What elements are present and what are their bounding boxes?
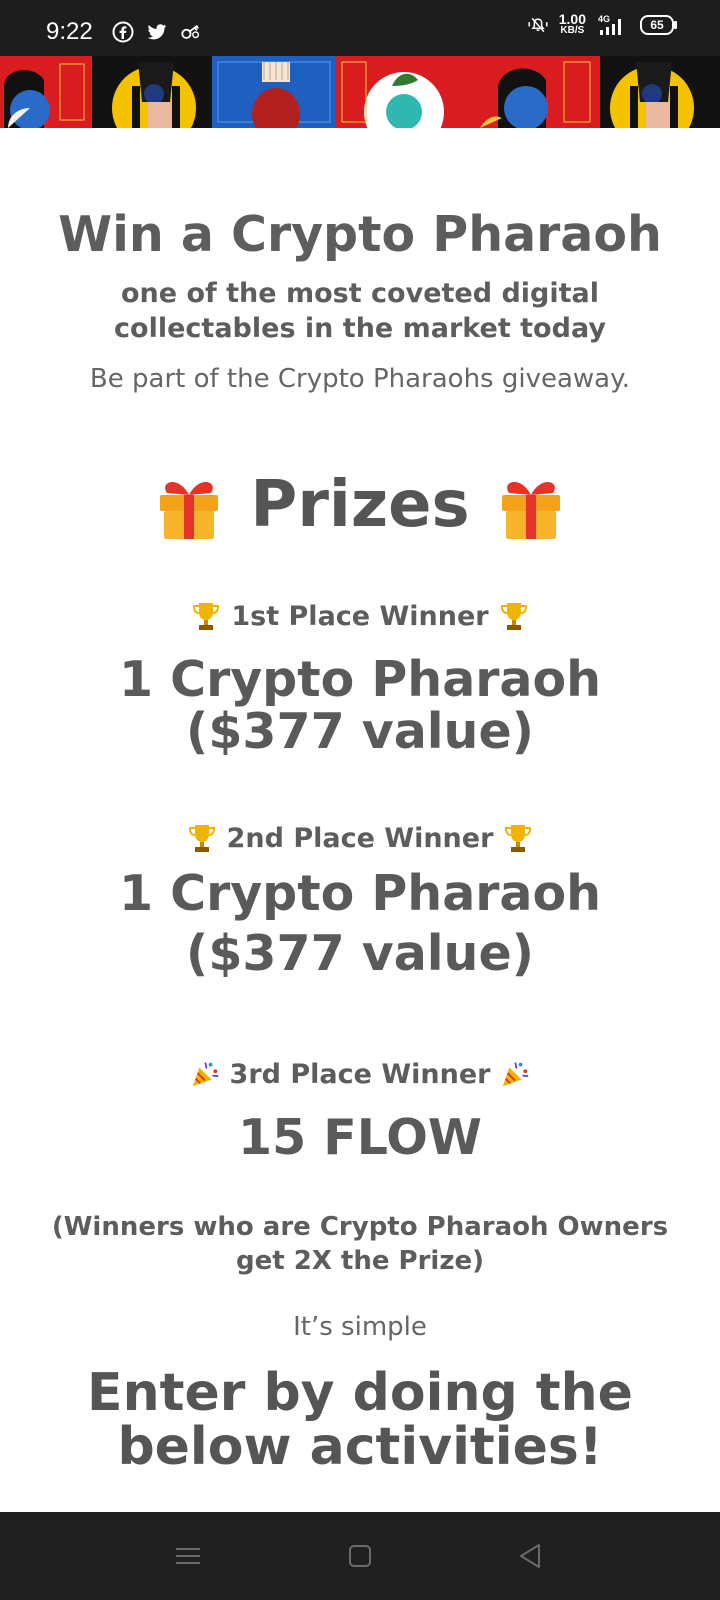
net-speed-value: 1.00	[558, 11, 586, 27]
banner-tile-5	[468, 56, 600, 128]
navigation-bar	[0, 1512, 720, 1600]
mute-icon	[527, 14, 549, 36]
first-place-label-text: 1st Place Winner	[231, 600, 489, 632]
battery-icon: 65	[640, 15, 677, 35]
gift-icon	[160, 481, 219, 539]
prizes-heading: Prizes	[0, 468, 720, 542]
trophy-icon	[193, 603, 220, 630]
first-place-label: 1st Place Winner	[0, 600, 720, 632]
system-icons: 1.00 KB/S 4G 65	[527, 11, 677, 36]
pharaoh-banner	[0, 56, 720, 128]
prizes-heading-text: Prizes	[250, 468, 470, 542]
banner-tile-6	[600, 56, 720, 128]
home-icon[interactable]	[342, 1538, 378, 1574]
second-place-label-text: 2nd Place Winner	[226, 822, 494, 854]
banner-tile-3	[212, 56, 336, 128]
giveaway-lead: Be part of the Crypto Pharaohs giveaway.	[89, 364, 631, 394]
owners-bonus-note: (Winners who are Crypto Pharaoh Owners g…	[51, 1212, 669, 1276]
net-speed: 1.00 KB/S	[558, 11, 586, 36]
banner-tile-1	[0, 56, 92, 128]
party-popper-icon	[503, 1062, 529, 1087]
trophy-icon	[505, 825, 532, 852]
gift-icon	[501, 481, 560, 539]
notification-icons	[112, 21, 202, 43]
facebook-icon	[112, 21, 134, 43]
enter-heading: Enter by doing the below activities!	[87, 1363, 633, 1477]
third-place-label: 3rd Place Winner	[0, 1058, 720, 1090]
net-speed-unit: KB/S	[560, 25, 585, 36]
second-place-label: 2nd Place Winner	[0, 822, 720, 854]
first-place-prize: 1 Crypto Pharaoh ($377 value)	[118, 651, 602, 760]
page-title: Win a Crypto Pharaoh	[58, 206, 662, 263]
signal-icon: 4G	[596, 14, 630, 36]
network-type: 4G	[598, 14, 610, 24]
status-time: 9:22	[46, 18, 93, 45]
trophy-icon	[500, 603, 527, 630]
status-bar: 9:22 1.00 KB/S 4G 65	[0, 0, 720, 56]
party-popper-icon	[192, 1062, 219, 1087]
battery-level: 65	[650, 18, 664, 32]
third-place-prize: 15 FLOW	[238, 1109, 482, 1166]
third-place-label-text: 3rd Place Winner	[229, 1058, 491, 1090]
banner-tile-2	[92, 56, 212, 128]
banner-tile-4	[336, 56, 468, 128]
trophy-icon	[188, 825, 215, 852]
twitter-icon	[146, 21, 168, 43]
second-place-prize: 1 Crypto Pharaoh ($377 value)	[118, 865, 602, 982]
menu-icon[interactable]	[170, 1538, 206, 1574]
key-icon	[180, 21, 202, 43]
back-icon[interactable]	[512, 1538, 548, 1574]
page-subtitle: one of the most coveted digital collecta…	[114, 278, 606, 344]
its-simple-text: It’s simple	[293, 1312, 427, 1342]
